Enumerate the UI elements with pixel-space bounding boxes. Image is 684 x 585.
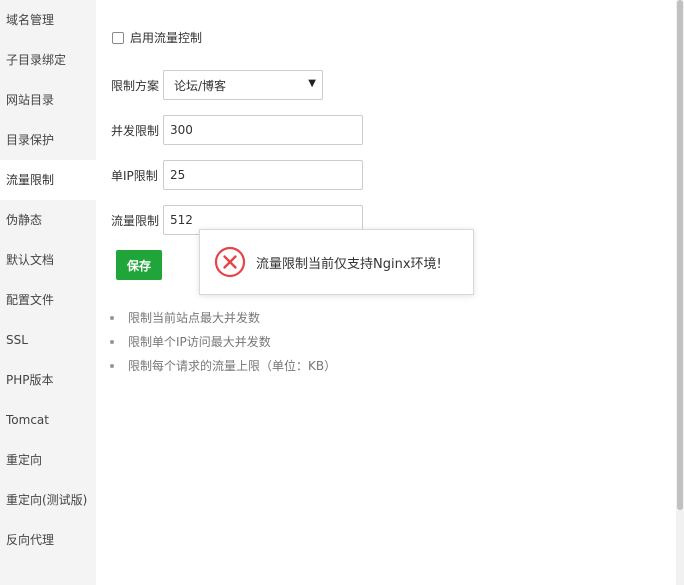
scheme-label: 限制方案 [111,78,160,93]
tip-text: 限制当前站点最大并发数 [128,311,261,325]
sidebar-item-redirect[interactable]: 重定向 [0,440,96,480]
scheme-select-value: 论坛/博客 [174,78,227,93]
scrollbar-thumb[interactable] [677,0,683,510]
caret-down-icon: ▼ [308,78,316,89]
sidebar-item-dir-protection[interactable]: 目录保护 [0,120,96,160]
enable-traffic-control-toggle[interactable]: 启用流量控制 [112,29,202,46]
bullet-icon [110,316,114,320]
traffic-label: 流量限制 [111,213,160,228]
tip-text: 限制每个请求的流量上限（单位：KB） [128,359,337,373]
per-ip-label: 单IP限制 [111,168,158,183]
sidebar-item-ssl[interactable]: SSL [0,320,96,360]
sidebar-item-config-file[interactable]: 配置文件 [0,280,96,320]
toast-message: 流量限制当前仅支持Nginx环境! [256,256,442,272]
sidebar: 域名管理 子目录绑定 网站目录 目录保护 流量限制 伪静态 默认文档 配置文件 … [0,0,96,585]
sidebar-item-redirect-beta[interactable]: 重定向(测试版) [0,480,96,520]
scrollbar[interactable] [676,0,684,585]
sidebar-item-domain[interactable]: 域名管理 [0,0,96,40]
sidebar-item-site-directory[interactable]: 网站目录 [0,80,96,120]
sidebar-item-php-version[interactable]: PHP版本 [0,360,96,400]
tips-list: 限制当前站点最大并发数 限制单个IP访问最大并发数 限制每个请求的流量上限（单位… [110,308,336,380]
concurrency-input[interactable] [163,115,363,145]
bullet-icon [110,340,114,344]
sidebar-item-tomcat[interactable]: Tomcat [0,400,96,440]
sidebar-item-rewrite[interactable]: 伪静态 [0,200,96,240]
sidebar-item-traffic-limit[interactable]: 流量限制 [0,160,96,200]
per-ip-row: 单IP限制 [111,160,363,190]
error-circle-icon [214,246,246,278]
scheme-select[interactable]: 论坛/博客 ▼ [163,70,323,100]
list-item: 限制当前站点最大并发数 [110,308,336,332]
list-item: 限制单个IP访问最大并发数 [110,332,336,356]
sidebar-item-subdir-binding[interactable]: 子目录绑定 [0,40,96,80]
enable-traffic-control-checkbox[interactable] [112,31,124,44]
concurrency-row: 并发限制 [111,115,363,145]
save-button[interactable]: 保存 [116,250,162,280]
sidebar-item-default-doc[interactable]: 默认文档 [0,240,96,280]
enable-traffic-control-label: 启用流量控制 [130,31,203,45]
concurrency-label: 并发限制 [111,123,160,138]
list-item: 限制每个请求的流量上限（单位：KB） [110,356,336,380]
error-toast: 流量限制当前仅支持Nginx环境! [199,229,474,295]
per-ip-input[interactable] [163,160,363,190]
scheme-row: 限制方案 论坛/博客 ▼ [111,70,323,100]
bullet-icon [110,364,114,368]
sidebar-item-reverse-proxy[interactable]: 反向代理 [0,520,96,560]
tip-text: 限制单个IP访问最大并发数 [128,335,271,349]
